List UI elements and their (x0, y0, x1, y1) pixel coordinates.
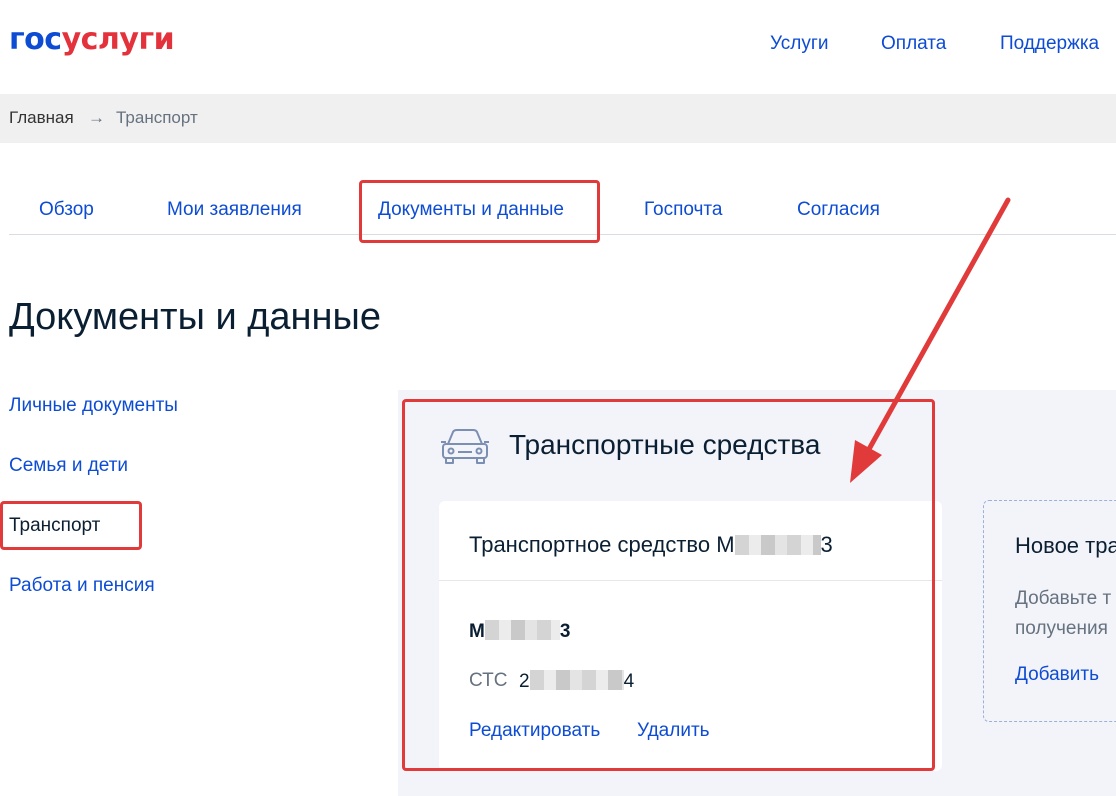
page-title: Документы и данные (9, 296, 381, 338)
tab-overview[interactable]: Обзор (39, 199, 94, 221)
add-vehicle-desc-line2: получения (1015, 618, 1108, 639)
tab-consents[interactable]: Согласия (797, 199, 880, 221)
breadcrumb-arrow-icon: → (88, 108, 105, 127)
side-item-work-pension[interactable]: Работа и пенсия (9, 575, 155, 597)
breadcrumb-home[interactable]: Главная (9, 108, 74, 128)
add-vehicle-link[interactable]: Добавить (1015, 664, 1099, 686)
add-vehicle-description: Добавьте т получения (1015, 584, 1111, 644)
side-item-family[interactable]: Семья и дети (9, 455, 128, 477)
nav-payment[interactable]: Оплата (881, 33, 946, 55)
nav-support[interactable]: Поддержка (1000, 33, 1099, 55)
highlight-vehicles-box (402, 399, 935, 771)
highlight-transport-box (0, 501, 142, 550)
logo-part-uslugi: услуги (61, 22, 175, 57)
gosuslugi-logo[interactable]: госуслуги (9, 22, 175, 58)
logo-part-gos: гос (9, 22, 62, 57)
breadcrumb-current: Транспорт (116, 108, 198, 127)
highlight-tab-box (359, 180, 600, 243)
add-vehicle-desc-line1: Добавьте т (1015, 588, 1112, 609)
tab-my-applications[interactable]: Мои заявления (167, 199, 302, 221)
side-item-personal-documents[interactable]: Личные документы (9, 395, 178, 417)
add-vehicle-title: Новое тра (1015, 533, 1116, 558)
nav-services[interactable]: Услуги (770, 33, 828, 55)
tab-gospochta[interactable]: Госпочта (644, 199, 722, 221)
